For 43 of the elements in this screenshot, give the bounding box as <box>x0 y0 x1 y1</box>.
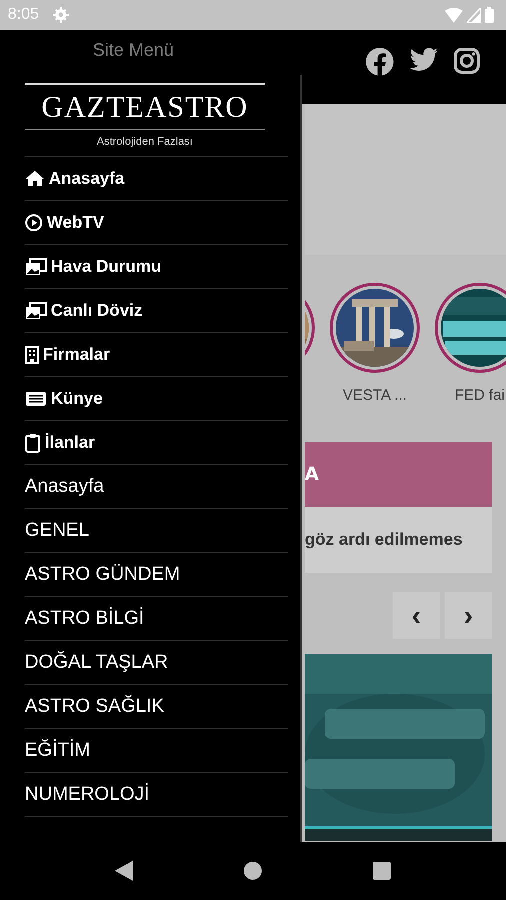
facebook-icon[interactable] <box>366 48 394 76</box>
logo-title: GAZTEASTRO <box>42 91 248 125</box>
headline-card[interactable]: göz ardı edilmemes <box>305 507 492 573</box>
battery-icon <box>485 7 494 23</box>
building-icon <box>25 346 39 364</box>
instagram-icon[interactable] <box>454 48 480 74</box>
home-button-icon[interactable] <box>244 862 262 880</box>
category-link[interactable]: DOĞAL TAŞLAR <box>25 652 168 674</box>
menu-link[interactable]: WebTV <box>47 212 104 232</box>
menu-link[interactable]: Künye <box>51 388 103 408</box>
category-link[interactable]: ASTRO SAĞLIK <box>25 696 164 718</box>
previous-button[interactable]: ‹ <box>393 592 440 639</box>
bird-icon[interactable] <box>410 48 438 72</box>
category-link[interactable]: EĞİTİM <box>25 740 90 762</box>
home-icon <box>25 170 45 187</box>
story-label: VESTA ... <box>343 387 407 404</box>
wifi-icon <box>445 8 463 22</box>
recents-icon[interactable] <box>372 862 391 880</box>
play-icon <box>25 214 43 232</box>
next-button[interactable]: › <box>445 592 492 639</box>
signal-icon <box>467 8 481 22</box>
category-link[interactable]: NUMEROLOJİ <box>25 784 150 806</box>
category-link[interactable]: Anasayfa <box>25 476 104 498</box>
menu-link[interactable]: İlanlar <box>45 432 96 452</box>
category-link[interactable]: GENEL <box>25 520 90 542</box>
menu-link[interactable]: Canlı Döviz <box>51 300 143 320</box>
headline-band: A <box>305 442 492 507</box>
menu-link[interactable]: Hava Durumu <box>51 256 162 276</box>
clipboard-icon <box>25 432 41 452</box>
status-time: 8:05 <box>8 6 40 24</box>
menu-link[interactable]: Firmalar <box>43 344 110 364</box>
category-link[interactable]: ASTRO BİLGİ <box>25 608 144 630</box>
headline-text: göz ardı edilmemes <box>305 530 463 550</box>
gear-icon <box>53 7 70 23</box>
menu-link[interactable]: Anasayfa <box>49 168 125 188</box>
images-icon <box>25 302 47 320</box>
newspaper-icon <box>25 390 47 406</box>
category-link[interactable]: ASTRO GÜNDEM <box>25 564 180 586</box>
menu-title: Site Menü <box>93 40 174 61</box>
images-icon <box>25 258 47 276</box>
back-icon[interactable] <box>115 861 134 881</box>
logo-tagline: Astrolojiden Fazlası <box>97 136 193 148</box>
story-label: FED fai <box>454 387 505 404</box>
